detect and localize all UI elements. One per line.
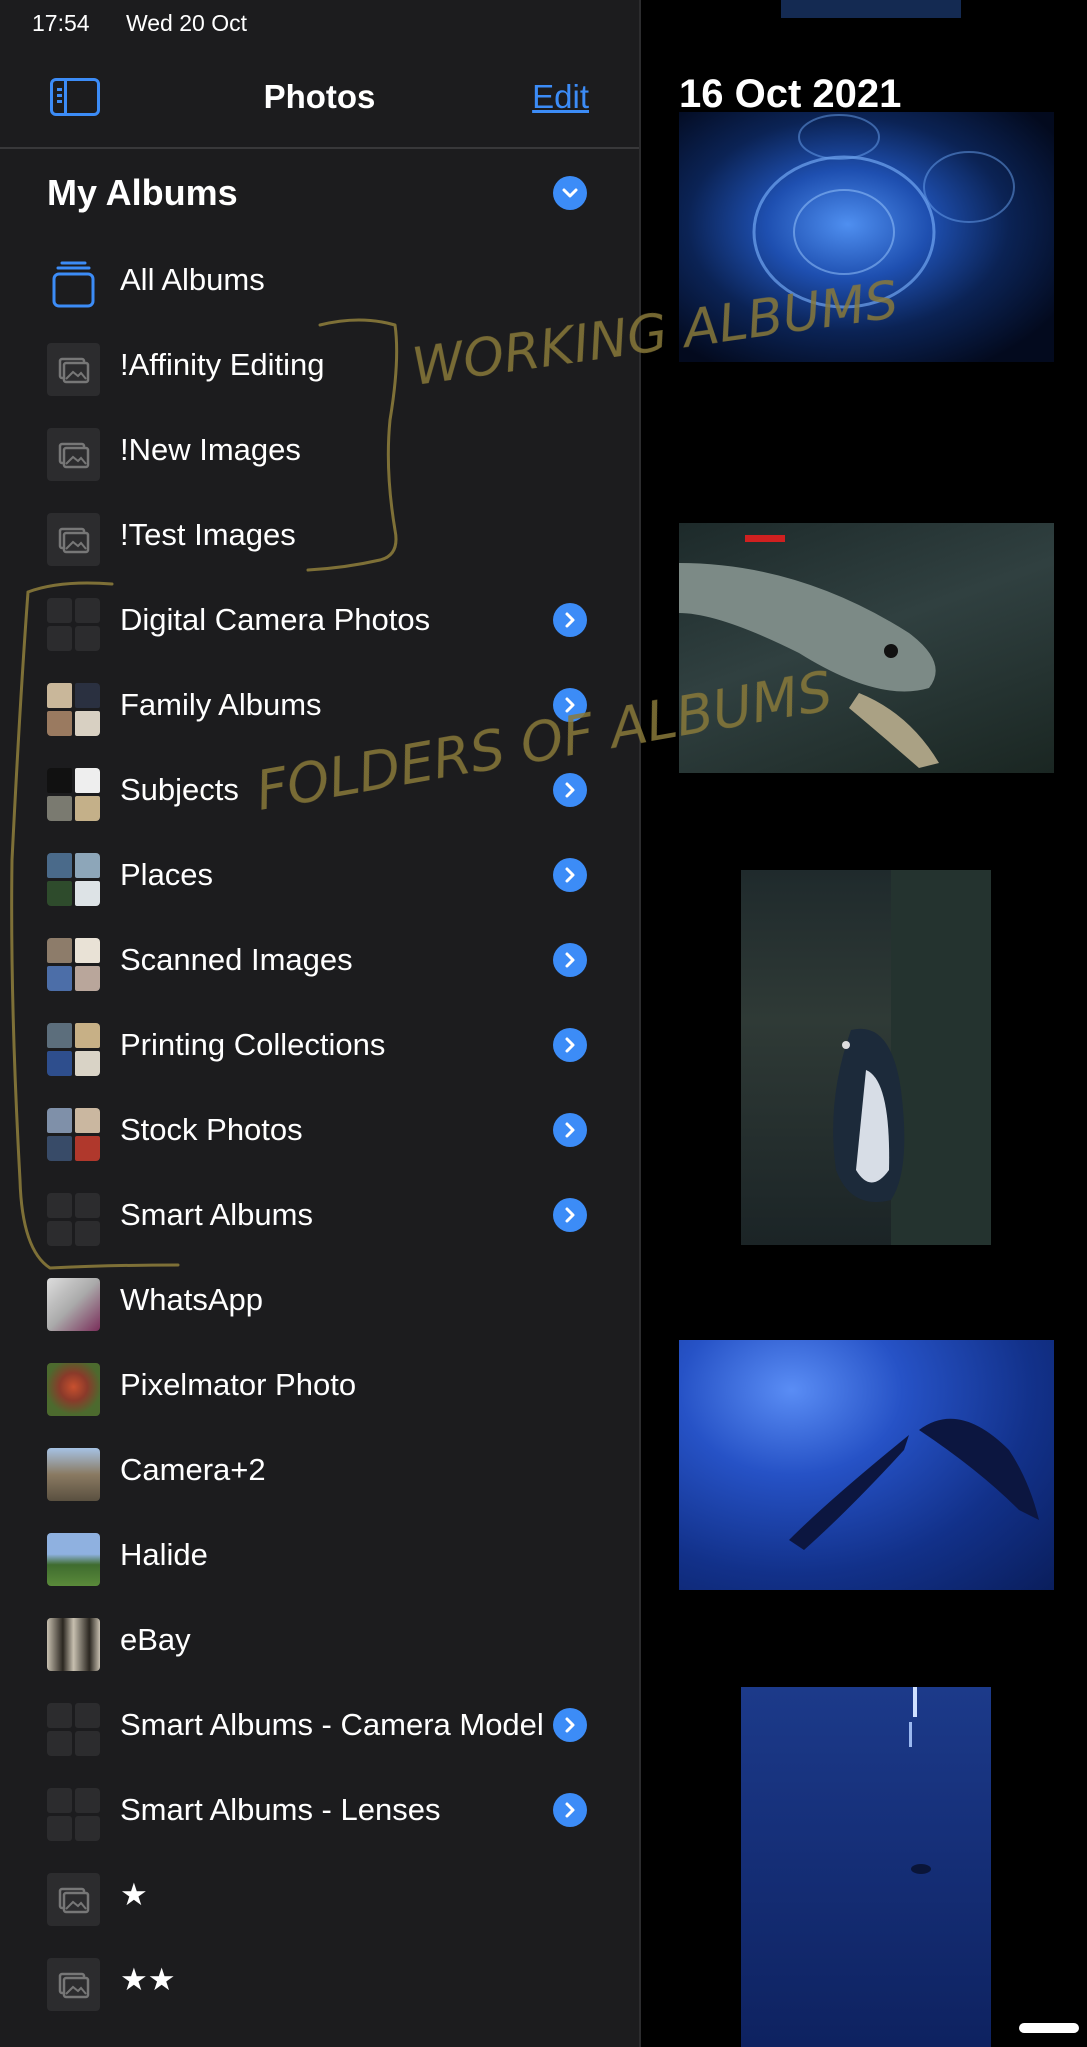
album-label: Camera+2 [120,1452,266,1487]
album-row[interactable]: !New Images [0,407,639,492]
status-bar: 17:54 Wed 20 Oct [32,10,247,37]
album-label: Printing Collections [120,1027,386,1062]
photo-thumbnail[interactable] [679,1340,1054,1590]
album-row[interactable]: !Test Images [0,492,639,577]
folder-thumbnail [47,853,100,906]
album-row[interactable]: Printing Collections [0,1002,639,1087]
photo-thumbnail[interactable] [679,523,1054,773]
album-label: Smart Albums - Lenses [120,1792,441,1827]
album-thumbnail [47,1448,100,1501]
folder-grid-icon [47,1193,100,1246]
album-label: All Albums [120,262,265,297]
album-row[interactable]: eBay [0,1597,639,1682]
album-thumbnail [47,1533,100,1586]
album-thumbnail [47,1278,100,1331]
chevron-right-icon[interactable] [553,1113,587,1147]
album-row[interactable]: !Affinity Editing [0,322,639,407]
album-row[interactable]: ★ [0,1852,639,1937]
photo-album-icon [47,428,100,481]
my-albums-header[interactable]: My Albums [47,168,587,218]
chevron-right-icon[interactable] [553,1708,587,1742]
divider [0,147,639,149]
chevron-right-icon[interactable] [553,603,587,637]
albums-stack-icon [47,258,100,311]
chevron-right-icon[interactable] [553,1198,587,1232]
album-row[interactable]: Smart Albums - Camera Model [0,1682,639,1767]
album-thumbnail [47,1363,100,1416]
photo-thumbnail[interactable] [679,112,1054,362]
chevron-down-icon[interactable] [553,176,587,210]
album-label: Pixelmator Photo [120,1367,357,1402]
album-row[interactable]: Camera+2 [0,1427,639,1512]
album-label: Stock Photos [120,1112,303,1147]
photo-pane: 16 Oct 2021 [641,0,1087,2047]
chevron-right-icon[interactable] [553,1028,587,1062]
photo-album-icon [47,343,100,396]
section-title: My Albums [47,172,238,213]
album-label: Family Albums [120,687,322,722]
album-label: Smart Albums - Camera Model [120,1707,544,1742]
folder-thumbnail [47,768,100,821]
album-row[interactable]: Smart Albums - Lenses [0,1767,639,1852]
date-heading: 16 Oct 2021 [679,72,902,116]
album-label: !Test Images [120,517,296,552]
album-row[interactable]: Scanned Images [0,917,639,1002]
album-row[interactable]: Stock Photos [0,1087,639,1172]
photo-thumbnail[interactable] [781,0,961,18]
album-label: eBay [120,1622,191,1657]
photo-album-icon [47,513,100,566]
album-list: All Albums !Affinity Editing !New Images !T… [0,237,639,2022]
album-row[interactable]: WhatsApp [0,1257,639,1342]
album-label: ★ [120,1877,148,1912]
chevron-right-icon[interactable] [553,943,587,977]
album-label: Scanned Images [120,942,353,977]
sidebar: 17:54 Wed 20 Oct Photos Edit My Albums A… [0,0,639,2047]
photo-thumbnail[interactable] [741,1687,991,2047]
folder-thumbnail [47,683,100,736]
folder-thumbnail [47,938,100,991]
album-label: !New Images [120,432,301,467]
album-label: WhatsApp [120,1282,264,1317]
album-row[interactable]: Places [0,832,639,917]
folder-grid-icon [47,1703,100,1756]
album-label: Places [120,857,214,892]
album-row[interactable]: All Albums [0,237,639,322]
album-label: Smart Albums [120,1197,313,1232]
album-row[interactable]: Smart Albums [0,1172,639,1257]
home-indicator [1019,2023,1079,2033]
album-row[interactable]: Family Albums [0,662,639,747]
album-label: Subjects [120,772,239,807]
album-row[interactable]: Pixelmator Photo [0,1342,639,1427]
album-label: ★★ [120,1962,176,1997]
photo-album-icon [47,1958,100,2011]
album-label: Halide [120,1537,208,1572]
album-row[interactable]: Digital Camera Photos [0,577,639,662]
album-row[interactable]: Subjects [0,747,639,832]
album-label: !Affinity Editing [120,347,325,382]
photo-thumbnail[interactable] [741,870,991,1245]
chevron-right-icon[interactable] [553,773,587,807]
photo-album-icon [47,1873,100,1926]
folder-thumbnail [47,1023,100,1076]
folder-thumbnail [47,1108,100,1161]
folder-grid-icon [47,598,100,651]
status-time: 17:54 [32,10,90,36]
album-row[interactable]: ★★ [0,1937,639,2022]
album-label: Digital Camera Photos [120,602,431,637]
album-row[interactable]: Halide [0,1512,639,1597]
navigation-bar: Photos Edit [0,58,639,148]
edit-button[interactable]: Edit [532,78,589,116]
chevron-right-icon[interactable] [553,858,587,892]
chevron-right-icon[interactable] [553,1793,587,1827]
album-thumbnail [47,1618,100,1671]
chevron-right-icon[interactable] [553,688,587,722]
folder-grid-icon [47,1788,100,1841]
status-date: Wed 20 Oct [125,10,247,36]
